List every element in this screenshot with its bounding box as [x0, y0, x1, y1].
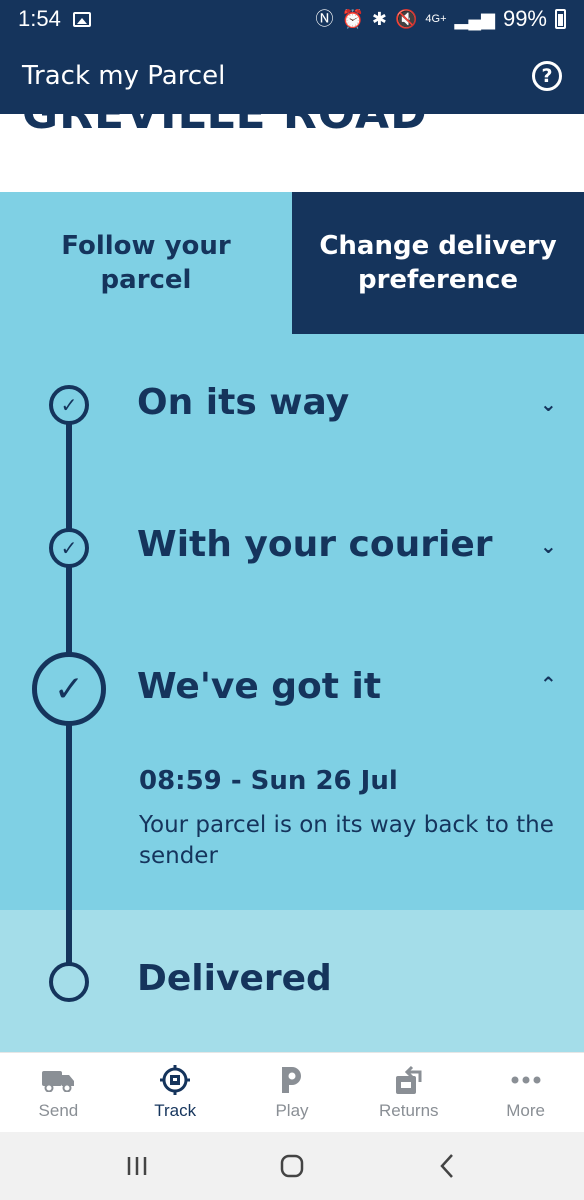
nav-returns[interactable]: Returns	[350, 1053, 467, 1132]
nfc-icon: Ⓝ	[315, 9, 334, 29]
step-title: On its way	[137, 382, 350, 423]
home-button[interactable]	[272, 1146, 312, 1186]
nav-send-label: Send	[38, 1100, 79, 1120]
timeline-step-on-its-way[interactable]: ✓ On its way ⌄	[0, 334, 584, 476]
event-message: Your parcel is on its way back to the se…	[139, 812, 554, 869]
bottom-navigation: Send Track Play Returns More	[0, 1052, 584, 1132]
timeline-step-delivered: Delivered	[0, 910, 584, 1052]
photo-notification-icon	[72, 11, 91, 27]
status-bar: 1:54 Ⓝ ⏰ ✱ 🔇 4G+ ▂▄▆ 99%	[0, 0, 584, 38]
tab-follow-parcel[interactable]: Follow your parcel	[0, 192, 292, 334]
back-button[interactable]	[427, 1146, 467, 1186]
recent-apps-button[interactable]	[117, 1146, 157, 1186]
chevron-up-icon[interactable]: ⌃	[540, 672, 557, 696]
step-title: With your courier	[137, 524, 493, 565]
nav-track-label: Track	[154, 1100, 197, 1120]
nav-play[interactable]: Play	[234, 1053, 351, 1132]
signal-icon: ▂▄▆	[454, 9, 495, 29]
alarm-icon: ⏰	[341, 9, 364, 29]
mute-icon: 🔇	[394, 9, 418, 29]
back-icon	[439, 1154, 453, 1178]
tracking-timeline: ✓ On its way ⌄ ✓ With your courier ⌄ ✓ W…	[0, 334, 584, 1052]
tab-follow-parcel-label: Follow your parcel	[61, 231, 231, 295]
home-icon	[280, 1154, 304, 1178]
help-question-icon: ?	[541, 65, 553, 87]
nav-returns-label: Returns	[379, 1100, 439, 1120]
address-header: GREVILLE ROAD	[0, 114, 584, 192]
step-title: We've got it	[137, 666, 382, 707]
step-title: Delivered	[137, 958, 332, 999]
nav-more-label: More	[506, 1100, 545, 1120]
check-circle-icon: ✓	[32, 652, 106, 726]
battery-percent: 99%	[502, 6, 547, 31]
chevron-down-icon[interactable]: ⌄	[540, 534, 557, 558]
nav-more[interactable]: More	[467, 1053, 584, 1132]
bluetooth-icon: ✱	[371, 9, 387, 29]
check-circle-icon: ✓	[49, 385, 89, 425]
event-timestamp: 08:59 - Sun 26 Jul	[139, 766, 398, 796]
check-circle-icon: ✓	[49, 528, 89, 568]
more-dots-icon	[511, 1065, 541, 1095]
status-icons: Ⓝ ⏰ ✱ 🔇 4G+ ▂▄▆ 99%	[315, 6, 566, 32]
app-title: Track my Parcel	[22, 61, 226, 91]
tab-change-delivery[interactable]: Change delivery preference	[292, 192, 584, 334]
chevron-down-icon[interactable]: ⌄	[540, 392, 557, 416]
empty-circle-icon	[49, 962, 89, 1002]
track-icon	[159, 1064, 191, 1095]
tab-change-delivery-label: Change delivery preference	[319, 231, 557, 295]
van-icon	[41, 1065, 75, 1095]
recent-apps-icon	[128, 1157, 147, 1175]
tab-bar: Follow your parcel Change delivery prefe…	[0, 192, 584, 334]
nav-track[interactable]: Track	[117, 1053, 234, 1132]
nav-play-label: Play	[275, 1100, 309, 1120]
nav-send[interactable]: Send	[0, 1053, 117, 1132]
returns-icon	[394, 1065, 424, 1095]
app-bar: Track my Parcel ?	[0, 38, 584, 114]
battery-icon	[555, 9, 566, 29]
timeline-step-with-courier[interactable]: ✓ With your courier ⌄	[0, 476, 584, 618]
help-button[interactable]: ?	[532, 61, 562, 91]
network-type: 4G+	[425, 12, 447, 25]
play-p-icon	[280, 1065, 304, 1095]
system-navigation-bar	[0, 1132, 584, 1200]
status-time: 1:54	[18, 6, 61, 31]
address-text: GREVILLE ROAD	[22, 114, 428, 139]
